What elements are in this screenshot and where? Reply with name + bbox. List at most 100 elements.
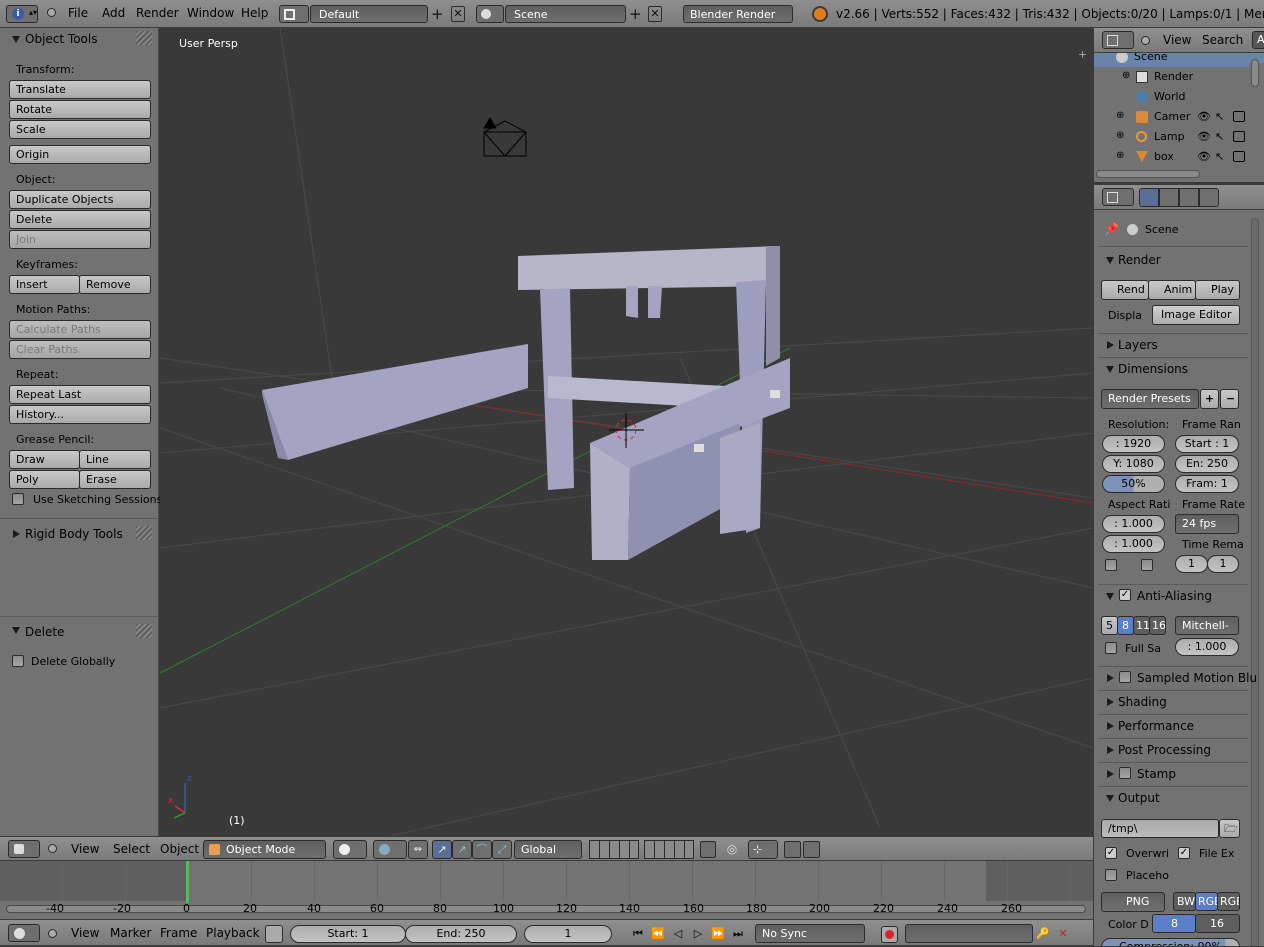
panel-expand-icon[interactable] xyxy=(1107,770,1114,778)
panel-grip-icon[interactable] xyxy=(136,526,152,540)
visibility-eye-icon[interactable]: 👁 xyxy=(1197,130,1211,143)
frame-end-field[interactable]: En: 250 xyxy=(1175,455,1239,473)
operator-delete-title[interactable]: Delete xyxy=(25,621,64,643)
line-button[interactable]: Line xyxy=(79,450,151,469)
outliner-row-world[interactable]: World xyxy=(1094,87,1249,107)
render-engine-select[interactable]: Blender Render xyxy=(683,5,793,23)
panel-collapse-icon[interactable] xyxy=(1106,366,1114,373)
panel-grip-icon[interactable] xyxy=(136,624,152,638)
remove-keyframe-button[interactable]: Remove xyxy=(79,275,151,294)
output-panel-title[interactable]: Output xyxy=(1118,787,1160,809)
frame-start-field[interactable]: Start : 1 xyxy=(1175,435,1239,453)
clear-paths-button[interactable]: Clear Paths xyxy=(9,340,151,359)
properties-editor[interactable]: 📌 Scene Render Rend Anim Play Displa Ima… xyxy=(1094,210,1264,946)
time-remap-new-field[interactable]: 1 xyxy=(1207,555,1239,573)
origin-button[interactable]: Origin xyxy=(9,145,151,164)
collapse-menu-icon[interactable] xyxy=(47,8,56,17)
panel-expand-icon[interactable] xyxy=(1107,341,1114,349)
erase-button[interactable]: Erase xyxy=(79,470,151,489)
info-editor-type-icon[interactable]: i ▴▾ xyxy=(6,5,38,23)
add-layout-icon[interactable]: + xyxy=(431,5,445,23)
translate-manipulator-icon[interactable]: ↗ xyxy=(432,840,452,859)
rigid-body-expand-icon[interactable] xyxy=(13,530,20,538)
aa-samples-16[interactable]: 16 xyxy=(1149,616,1166,635)
display-mode-select[interactable]: A xyxy=(1252,31,1264,49)
render-image-icon[interactable] xyxy=(784,841,801,858)
full-sample-checkbox[interactable] xyxy=(1105,642,1117,654)
panel-collapse-icon[interactable] xyxy=(1106,257,1114,264)
panel-expand-icon[interactable] xyxy=(1107,746,1114,754)
render-image-button[interactable]: Rend xyxy=(1101,280,1149,300)
layers-grid-1[interactable] xyxy=(589,840,639,859)
repeat-last-button[interactable]: Repeat Last xyxy=(9,385,151,404)
outliner-row-camera[interactable]: ⊕ Camer 👁 ↖ xyxy=(1094,107,1249,127)
panel-collapse-icon[interactable] xyxy=(1106,593,1114,600)
menu-view[interactable]: View xyxy=(71,920,99,947)
time-remap-old-field[interactable]: 1 xyxy=(1175,555,1208,573)
scene-field[interactable]: Scene xyxy=(505,5,626,23)
stamp-checkbox[interactable] xyxy=(1119,767,1131,779)
aa-samples-8[interactable]: 8 xyxy=(1117,616,1134,635)
sketching-sessions-checkbox[interactable] xyxy=(12,493,24,505)
resolution-y-field[interactable]: Y: 1080 xyxy=(1102,455,1165,473)
panel-expand-icon[interactable] xyxy=(1107,722,1114,730)
pivot-point-icon[interactable] xyxy=(373,840,407,859)
menu-file[interactable]: File xyxy=(68,0,88,27)
rotate-button[interactable]: Rotate xyxy=(9,100,151,119)
scale-button[interactable]: Scale xyxy=(9,120,151,139)
visibility-eye-icon[interactable]: 👁 xyxy=(1197,150,1211,163)
panel-expand-icon[interactable] xyxy=(1107,674,1114,682)
collapse-menu-icon[interactable] xyxy=(48,844,57,853)
stamp-panel-title[interactable]: Stamp xyxy=(1137,763,1176,785)
pin-icon[interactable]: 📌 xyxy=(1104,222,1119,236)
selectable-arrow-icon[interactable]: ↖ xyxy=(1215,150,1224,163)
history-button[interactable]: History... xyxy=(9,405,151,424)
color-depth-16-button[interactable]: 16 xyxy=(1195,914,1240,933)
menu-help[interactable]: Help xyxy=(241,0,268,27)
expand-icon[interactable]: ⊕ xyxy=(1116,150,1124,161)
color-rgb-button[interactable]: RGB xyxy=(1195,892,1218,911)
rotate-manipulator-icon[interactable]: ↗ xyxy=(452,840,472,859)
overwrite-checkbox[interactable]: ✓ xyxy=(1105,847,1117,859)
render-animation-icon[interactable] xyxy=(803,841,820,858)
keying-set-field[interactable] xyxy=(905,924,1033,943)
properties-vscrollbar[interactable] xyxy=(1251,218,1259,946)
renderable-camera-icon[interactable] xyxy=(1233,131,1245,142)
menu-playback[interactable]: Playback xyxy=(206,920,260,947)
calculate-paths-button[interactable]: Calculate Paths xyxy=(9,320,151,339)
translate-button[interactable]: Translate xyxy=(9,80,151,99)
panel-collapse-icon[interactable] xyxy=(12,36,20,43)
snap-icon[interactable]: ⊹ xyxy=(748,840,778,859)
renderable-camera-icon[interactable] xyxy=(1233,151,1245,162)
menu-search[interactable]: Search xyxy=(1202,28,1243,53)
outliner[interactable]: Scene ⊕ Render World ⊕ Camer 👁 ↖ ⊕ Lamp … xyxy=(1094,53,1264,182)
render-panel-title[interactable]: Render xyxy=(1118,249,1161,271)
menu-add[interactable]: Add xyxy=(102,0,125,27)
layers-grid-2[interactable] xyxy=(644,840,694,859)
delete-globally-checkbox[interactable] xyxy=(12,655,24,667)
render-context-tab-icon[interactable] xyxy=(1139,188,1159,207)
insert-keyframes-icon[interactable]: 🔑 xyxy=(1034,925,1052,943)
poly-button[interactable]: Poly xyxy=(9,470,80,489)
crop-checkbox[interactable] xyxy=(1141,559,1153,571)
outliner-row-scene[interactable]: Scene xyxy=(1094,53,1249,67)
border-checkbox[interactable] xyxy=(1105,559,1117,571)
layers-context-tab-icon[interactable] xyxy=(1159,188,1179,207)
jump-end-icon[interactable]: ⏭ xyxy=(728,925,748,943)
editor-type-icon[interactable] xyxy=(1102,188,1134,206)
proportional-edit-icon[interactable]: ◎ xyxy=(723,841,741,858)
join-button[interactable]: Join xyxy=(9,230,151,249)
compression-field[interactable]: Compression: 90% xyxy=(1101,938,1240,946)
collapse-menu-icon[interactable] xyxy=(48,929,57,938)
duplicate-objects-button[interactable]: Duplicate Objects xyxy=(9,190,151,209)
render-animation-button[interactable]: Anim xyxy=(1148,280,1196,300)
color-bw-button[interactable]: BW xyxy=(1173,892,1196,911)
aspect-x-field[interactable]: : 1.000 xyxy=(1102,515,1165,533)
post-processing-panel-title[interactable]: Post Processing xyxy=(1118,739,1211,761)
shading-panel-title[interactable]: Shading xyxy=(1118,691,1167,713)
editor-type-icon[interactable] xyxy=(8,840,40,858)
insert-keyframe-button[interactable]: Insert xyxy=(9,275,80,294)
display-select[interactable]: Image Editor xyxy=(1152,305,1240,325)
jump-start-icon[interactable]: ⏮ xyxy=(628,925,648,943)
outliner-hscrollbar[interactable] xyxy=(1096,170,1200,178)
